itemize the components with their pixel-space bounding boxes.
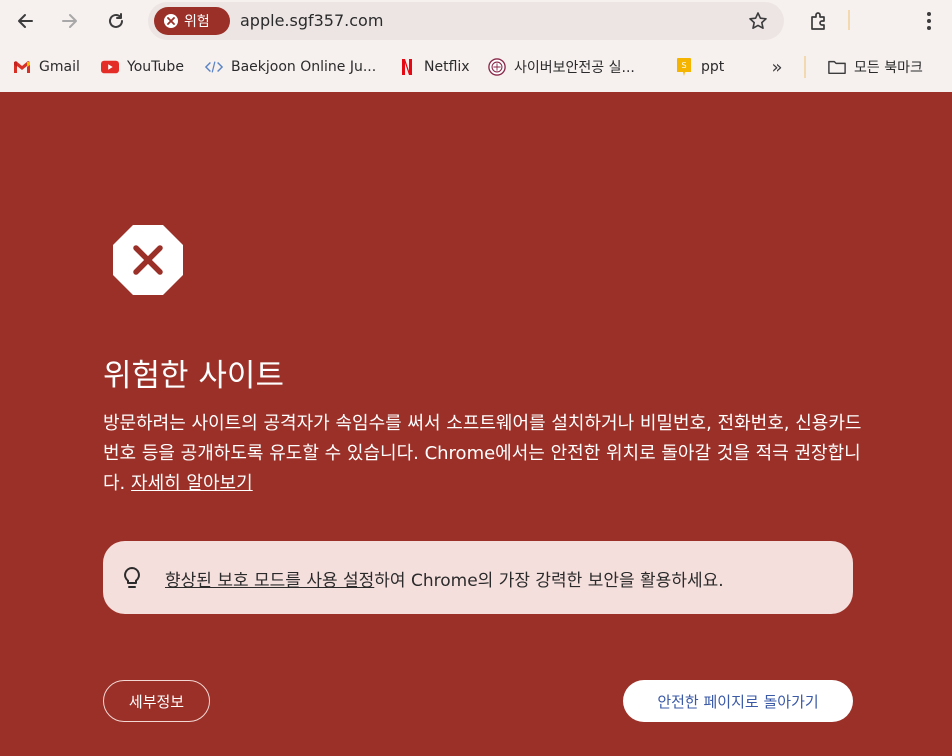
bookmark-youtube[interactable]: YouTube: [101, 56, 184, 78]
bookmark-label: 사이버보안전공 실...: [514, 60, 635, 76]
more-bookmarks-button[interactable]: »: [766, 56, 788, 78]
bookmark-netflix[interactable]: Netflix: [398, 56, 470, 78]
bookmark-label: Netflix: [424, 59, 470, 75]
x-circle-icon: [164, 14, 178, 28]
enhanced-protection-suffix: 하여 Chrome의 가장 강력한 보안을 활용하세요.: [374, 571, 724, 591]
youtube-icon: [101, 58, 119, 76]
url-text[interactable]: apple.sgf357.com: [240, 11, 383, 30]
puzzle-icon[interactable]: [804, 6, 834, 36]
svg-text:S: S: [681, 61, 686, 70]
learn-more-link[interactable]: 자세히 알아보기: [131, 473, 253, 494]
bookmarks-bar: Gmail YouTube Baekjoon Online Ju... Netf…: [0, 42, 952, 92]
browser-toolbar: 위험 apple.sgf357.com: [0, 0, 952, 42]
all-bookmarks-button[interactable]: 모든 북마크: [828, 56, 923, 78]
security-chip-label: 위험: [184, 14, 210, 30]
kebab-menu-icon[interactable]: [914, 6, 944, 36]
main-message: 방문하려는 사이트의 공격자가 속임수를 써서 소프트웨어를 설치하거나 비밀번…: [103, 409, 863, 499]
security-warning-chip[interactable]: 위험: [154, 7, 230, 35]
address-bar[interactable]: 위험 apple.sgf357.com: [148, 2, 784, 40]
back-to-safety-button[interactable]: 안전한 페이지로 돌아가기: [623, 680, 853, 722]
lightbulb-icon: [124, 567, 140, 588]
folder-icon: [828, 58, 846, 76]
bookmark-label: Gmail: [39, 59, 80, 75]
bookmark-gmail[interactable]: Gmail: [13, 56, 80, 78]
bookmark-label: ppt: [701, 59, 725, 75]
all-bookmarks-label: 모든 북마크: [854, 60, 923, 76]
enhanced-protection-text: 향상된 보호 모드를 사용 설정하여 Chrome의 가장 강력한 보안을 활용…: [165, 566, 724, 591]
page-title: 위험한 사이트: [103, 358, 284, 394]
bookmark-baekjoon[interactable]: Baekjoon Online Ju...: [205, 56, 376, 78]
gmail-icon: [13, 58, 31, 76]
university-seal-icon: [488, 58, 506, 76]
forward-arrow-icon[interactable]: [55, 6, 85, 36]
bookmark-label: YouTube: [127, 59, 184, 75]
danger-stop-icon: [113, 225, 183, 295]
bookmarks-divider: [804, 56, 806, 78]
star-icon[interactable]: [746, 9, 770, 33]
reload-icon[interactable]: [101, 6, 131, 36]
enhanced-protection-link[interactable]: 향상된 보호 모드를 사용 설정: [165, 571, 374, 591]
netflix-icon: [398, 58, 416, 76]
bookmark-label: Baekjoon Online Ju...: [231, 59, 377, 75]
back-arrow-icon[interactable]: [10, 6, 40, 36]
details-button[interactable]: 세부정보: [103, 680, 210, 722]
bookmark-ppt[interactable]: S ppt: [675, 56, 724, 78]
slides-icon: S: [675, 58, 693, 76]
code-icon: [205, 58, 223, 76]
bookmark-cybersecurity[interactable]: 사이버보안전공 실...: [488, 56, 635, 78]
enhanced-protection-box: 향상된 보호 모드를 사용 설정하여 Chrome의 가장 강력한 보안을 활용…: [103, 541, 853, 614]
toolbar-divider: [848, 10, 850, 30]
